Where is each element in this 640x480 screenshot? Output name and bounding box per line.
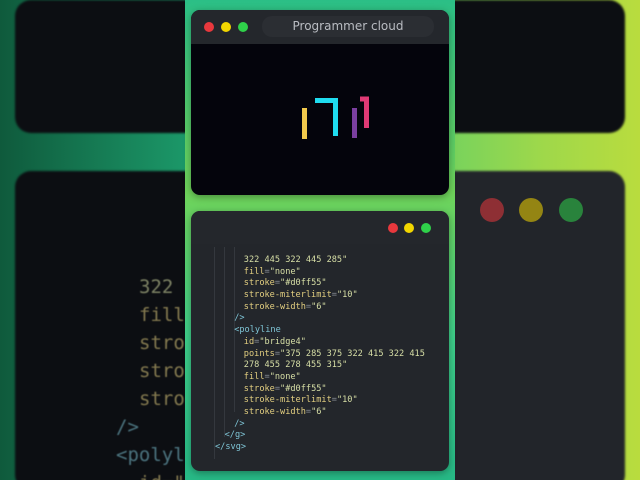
code-token: stroke <box>243 278 275 289</box>
code-token: "none" <box>269 266 301 277</box>
code-line: stroke-miterlimit="10" <box>191 395 449 407</box>
code-token: </svg> <box>215 442 247 452</box>
code-line: stroke="#d0ff55" <box>191 278 449 290</box>
minimize-button[interactable] <box>404 223 414 233</box>
maximize-button[interactable] <box>421 223 431 233</box>
code-editor[interactable]: 322 445 322 445 285" fill="none" stroke="#… <box>191 255 449 454</box>
code-line: points="375 285 375 322 415 322 415 <box>191 349 449 361</box>
code-line: /> <box>191 313 449 325</box>
close-button[interactable] <box>204 22 214 32</box>
code-token: "6" <box>311 406 327 417</box>
logo-pink-bracket <box>360 96 369 128</box>
code-line: stroke-miterlimit="10" <box>191 290 449 302</box>
code-line: fill="none" <box>191 372 449 384</box>
close-button[interactable] <box>388 223 398 233</box>
code-line: fill="none" <box>191 267 449 279</box>
code-token: "10" <box>336 395 358 406</box>
code-line: 278 455 278 455 315" <box>191 360 449 372</box>
preview-titlebar: Programmer cloud <box>191 10 449 44</box>
code-token: </g> <box>224 430 246 441</box>
code-line: stroke="#d0ff55" <box>191 384 449 396</box>
logo-graphic <box>302 96 369 139</box>
background-code-line: stro <box>139 388 185 410</box>
background-blur-panel <box>430 0 625 133</box>
code-token: 322 445 322 445 285" <box>243 255 348 265</box>
background-code-line: /> <box>116 416 139 438</box>
code-line: stroke-width="6" <box>191 407 449 419</box>
background-green-dot <box>559 198 583 222</box>
code-token: stroke-miterlimit <box>243 290 332 301</box>
background-red-dot <box>480 198 504 222</box>
code-token: /> <box>234 313 245 324</box>
logo-yellow-bar <box>302 108 307 139</box>
background-code-line: fill <box>139 304 185 326</box>
background-yellow-dot <box>519 198 543 222</box>
code-line: /> <box>191 419 449 431</box>
code-token: /> <box>234 418 245 429</box>
code-line: id="bridge4" <box>191 337 449 349</box>
code-token: stroke <box>243 383 275 394</box>
code-line: </g> <box>191 430 449 442</box>
code-token: "none" <box>269 371 301 382</box>
window-title: Programmer cloud <box>262 16 434 37</box>
code-token: "bridge4" <box>259 336 306 347</box>
logo-purple-bar <box>352 108 357 138</box>
code-token: stroke-miterlimit <box>243 395 332 406</box>
logo-cyan-bracket <box>315 98 338 136</box>
maximize-button[interactable] <box>238 22 248 32</box>
code-token: stroke-width <box>243 301 306 312</box>
code-token: fill <box>243 266 265 277</box>
background-code-line: <polyl <box>116 444 185 466</box>
background-code-line: stro <box>139 332 185 354</box>
code-token: stroke-width <box>243 406 306 417</box>
code-line: 322 445 322 445 285" <box>191 255 449 267</box>
minimize-button[interactable] <box>221 22 231 32</box>
code-line: </svg> <box>191 442 449 454</box>
code-line: <polyline <box>191 325 449 337</box>
code-token: "#d0ff55" <box>280 383 327 394</box>
code-token: "375 285 375 322 415 322 415 <box>280 348 425 359</box>
code-token: "6" <box>311 301 327 312</box>
code-window: 322 445 322 445 285" fill="none" stroke="#… <box>191 211 449 471</box>
background-code-line: 322 <box>139 276 174 298</box>
code-token: id <box>243 336 255 347</box>
code-titlebar <box>191 211 449 244</box>
code-token: fill <box>243 371 265 382</box>
code-token: "10" <box>336 290 358 301</box>
code-token: <polyline <box>234 325 281 336</box>
preview-window: Programmer cloud <box>191 10 449 195</box>
code-line: stroke-width="6" <box>191 302 449 314</box>
code-token: points <box>243 348 275 359</box>
code-token: "#d0ff55" <box>280 278 327 289</box>
background-code-line: id=" <box>139 469 185 480</box>
code-token: 278 455 278 455 315" <box>243 360 348 371</box>
background-code-line: stro <box>139 360 185 382</box>
